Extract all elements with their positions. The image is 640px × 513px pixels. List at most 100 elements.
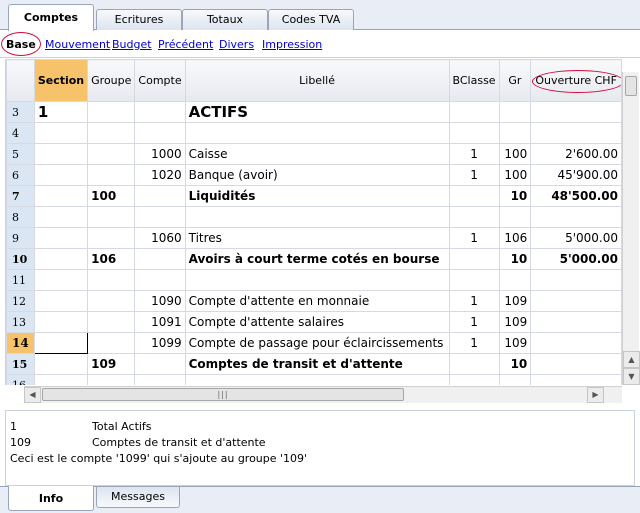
vertical-scroll-thumb[interactable] <box>625 76 637 96</box>
column-header-bclasse[interactable]: BClasse <box>448 59 500 102</box>
cell-bclasse[interactable] <box>448 206 500 228</box>
cell-ouverture[interactable]: 2'600.00 <box>530 143 622 165</box>
cell-ouverture[interactable] <box>530 122 622 144</box>
cell-ouverture[interactable] <box>530 269 622 291</box>
cell-libelle[interactable]: Compte de passage pour éclaircissements <box>184 332 450 354</box>
table-row[interactable]: 9 1060 Titres 1 106 5'000.00 <box>6 227 622 249</box>
cell-bclasse[interactable]: 1 <box>448 227 500 249</box>
cell-section[interactable] <box>33 332 89 354</box>
scroll-up-arrow-icon[interactable]: ▲ <box>623 351 640 368</box>
cell-section[interactable] <box>33 311 89 333</box>
table-row[interactable]: 5 1000 Caisse 1 100 2'600.00 <box>6 143 622 165</box>
cell-section[interactable] <box>33 374 89 385</box>
cell-groupe[interactable]: 106 <box>87 248 136 270</box>
table-row[interactable]: 12 1090 Compte d'attente en monnaie 1 109 <box>6 290 622 312</box>
cell-libelle[interactable]: Avoirs à court terme cotés en bourse <box>184 248 450 270</box>
cell-libelle[interactable]: Banque (avoir) <box>184 164 450 186</box>
view-impression[interactable]: Impression <box>262 38 322 51</box>
cell-section[interactable] <box>33 206 89 228</box>
cell-gr[interactable] <box>498 122 532 144</box>
column-header-section[interactable]: Section <box>33 59 89 102</box>
cell-compte[interactable]: 1060 <box>134 227 186 249</box>
cell-compte[interactable]: 1000 <box>134 143 186 165</box>
cell-compte[interactable] <box>134 122 186 144</box>
tab-messages[interactable]: Messages <box>96 487 180 508</box>
scroll-down-arrow-icon[interactable]: ▼ <box>623 368 640 385</box>
cell-bclasse[interactable]: 1 <box>448 164 500 186</box>
cell-ouverture[interactable] <box>530 374 622 385</box>
table-row[interactable]: 13 1091 Compte d'attente salaires 1 109 <box>6 311 622 333</box>
column-header-ouverture[interactable]: Ouverture CHF <box>530 59 622 102</box>
cell-groupe[interactable] <box>87 164 136 186</box>
cell-ouverture[interactable] <box>530 290 622 312</box>
cell-ouverture[interactable]: 48'500.00 <box>530 185 622 207</box>
tab-comptes[interactable]: Comptes <box>8 4 94 31</box>
cell-section[interactable] <box>33 185 89 207</box>
table-row[interactable]: 15 109 Comptes de transit et d'attente 10 <box>6 353 622 375</box>
cell-gr[interactable]: 109 <box>498 311 532 333</box>
cell-compte[interactable]: 1090 <box>134 290 186 312</box>
tab-codes-tva[interactable]: Codes TVA <box>268 9 354 30</box>
cell-ouverture[interactable] <box>530 311 622 333</box>
cell-libelle[interactable] <box>184 374 450 385</box>
cell-bclasse[interactable] <box>448 374 500 385</box>
cell-groupe[interactable] <box>87 290 136 312</box>
cell-section[interactable] <box>33 227 89 249</box>
column-header-groupe[interactable]: Groupe <box>87 59 136 102</box>
cell-gr[interactable] <box>498 206 532 228</box>
table-row[interactable]: 10 106 Avoirs à court terme cotés en bours… <box>6 248 622 270</box>
cell-ouverture[interactable]: 5'000.00 <box>530 248 622 270</box>
cell-compte[interactable] <box>134 206 186 228</box>
table-row[interactable]: 8 <box>6 206 622 228</box>
cell-section[interactable] <box>33 143 89 165</box>
cell-section[interactable] <box>33 353 89 375</box>
cell-bclasse[interactable] <box>448 248 500 270</box>
view-precedent[interactable]: Précédent <box>158 38 213 51</box>
cell-bclasse[interactable] <box>448 185 500 207</box>
cell-section[interactable] <box>33 122 89 144</box>
cell-bclasse[interactable]: 1 <box>448 311 500 333</box>
column-header-libelle[interactable]: Libellé <box>184 59 450 102</box>
cell-libelle[interactable]: ACTIFS <box>184 101 450 123</box>
table-row[interactable]: 4 <box>6 122 622 144</box>
cell-groupe[interactable] <box>87 101 136 123</box>
cell-groupe[interactable] <box>87 143 136 165</box>
tab-totaux[interactable]: Totaux <box>182 9 268 30</box>
horizontal-scroll-thumb[interactable]: ||| <box>42 388 404 401</box>
cell-groupe[interactable] <box>87 332 136 354</box>
cell-groupe[interactable] <box>87 206 136 228</box>
cell-bclasse[interactable] <box>448 101 500 123</box>
table-row[interactable]: 11 <box>6 269 622 291</box>
cell-section[interactable] <box>33 290 89 312</box>
cell-section[interactable] <box>33 269 89 291</box>
cell-ouverture[interactable] <box>530 353 622 375</box>
cell-compte[interactable]: 1020 <box>134 164 186 186</box>
cell-ouverture[interactable] <box>530 206 622 228</box>
view-divers[interactable]: Divers <box>219 38 254 51</box>
cell-libelle[interactable] <box>184 269 450 291</box>
cell-gr[interactable]: 106 <box>498 227 532 249</box>
cell-section[interactable]: 1 <box>33 101 89 123</box>
cell-libelle[interactable] <box>184 122 450 144</box>
cell-gr[interactable]: 109 <box>498 290 532 312</box>
cell-bclasse[interactable]: 1 <box>448 290 500 312</box>
cell-gr[interactable]: 10 <box>498 353 532 375</box>
cell-compte[interactable] <box>134 374 186 385</box>
cell-gr[interactable] <box>498 269 532 291</box>
view-base[interactable]: Base <box>6 38 36 51</box>
cell-gr[interactable]: 100 <box>498 164 532 186</box>
cell-groupe[interactable] <box>87 269 136 291</box>
cell-compte[interactable] <box>134 248 186 270</box>
tab-info[interactable]: Info <box>8 486 94 511</box>
tab-ecritures[interactable]: Ecritures <box>96 9 182 30</box>
cell-groupe[interactable] <box>87 311 136 333</box>
column-header-compte[interactable]: Compte <box>134 59 186 102</box>
cell-gr[interactable] <box>498 374 532 385</box>
cell-libelle[interactable]: Compte d'attente salaires <box>184 311 450 333</box>
cell-groupe[interactable] <box>87 227 136 249</box>
cell-groupe[interactable] <box>87 374 136 385</box>
cell-section[interactable] <box>33 164 89 186</box>
cell-compte[interactable] <box>134 101 186 123</box>
cell-groupe[interactable]: 109 <box>87 353 136 375</box>
cell-ouverture[interactable]: 45'900.00 <box>530 164 622 186</box>
